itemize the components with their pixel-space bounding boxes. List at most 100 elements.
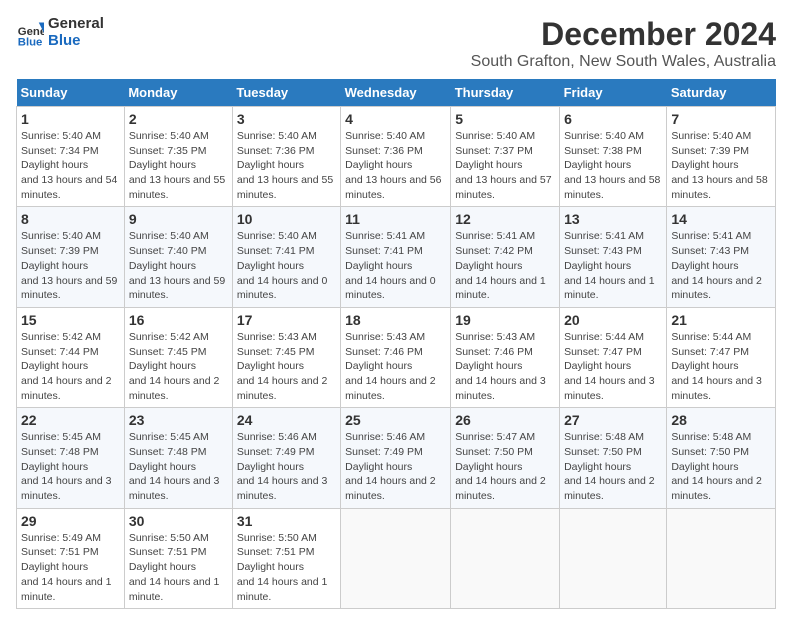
day-info: Sunrise: 5:43 AMSunset: 7:46 PMDaylight … bbox=[455, 330, 555, 403]
day-number: 14 bbox=[671, 211, 771, 227]
day-info: Sunrise: 5:47 AMSunset: 7:50 PMDaylight … bbox=[455, 430, 555, 503]
day-number: 1 bbox=[21, 111, 120, 127]
day-info: Sunrise: 5:40 AMSunset: 7:39 PMDaylight … bbox=[671, 129, 771, 202]
calendar-cell: 15 Sunrise: 5:42 AMSunset: 7:44 PMDayligh… bbox=[17, 307, 125, 407]
day-info: Sunrise: 5:40 AMSunset: 7:39 PMDaylight … bbox=[21, 229, 120, 302]
header-saturday: Saturday bbox=[667, 79, 776, 107]
calendar-cell: 23 Sunrise: 5:45 AMSunset: 7:48 PMDayligh… bbox=[124, 408, 232, 508]
calendar-week-row: 22 Sunrise: 5:45 AMSunset: 7:48 PMDayligh… bbox=[17, 408, 776, 508]
day-number: 12 bbox=[455, 211, 555, 227]
header-row: Sunday Monday Tuesday Wednesday Thursday… bbox=[17, 79, 776, 107]
day-number: 31 bbox=[237, 513, 336, 529]
day-info: Sunrise: 5:40 AMSunset: 7:35 PMDaylight … bbox=[129, 129, 228, 202]
day-info: Sunrise: 5:40 AMSunset: 7:41 PMDaylight … bbox=[237, 229, 336, 302]
day-number: 16 bbox=[129, 312, 228, 328]
day-number: 10 bbox=[237, 211, 336, 227]
calendar-cell: 28 Sunrise: 5:48 AMSunset: 7:50 PMDayligh… bbox=[667, 408, 776, 508]
day-number: 3 bbox=[237, 111, 336, 127]
day-info: Sunrise: 5:42 AMSunset: 7:44 PMDaylight … bbox=[21, 330, 120, 403]
day-info: Sunrise: 5:46 AMSunset: 7:49 PMDaylight … bbox=[345, 430, 446, 503]
day-info: Sunrise: 5:42 AMSunset: 7:45 PMDaylight … bbox=[129, 330, 228, 403]
day-info: Sunrise: 5:41 AMSunset: 7:42 PMDaylight … bbox=[455, 229, 555, 302]
calendar-cell: 18 Sunrise: 5:43 AMSunset: 7:46 PMDayligh… bbox=[341, 307, 451, 407]
calendar-cell: 29 Sunrise: 5:49 AMSunset: 7:51 PMDayligh… bbox=[17, 508, 125, 608]
calendar-cell: 25Sunrise: 5:46 AMSunset: 7:49 PMDayligh… bbox=[341, 408, 451, 508]
calendar-week-row: 1 Sunrise: 5:40 AMSunset: 7:34 PMDaylight… bbox=[17, 107, 776, 207]
calendar-cell: 21 Sunrise: 5:44 AMSunset: 7:47 PMDayligh… bbox=[667, 307, 776, 407]
day-info: Sunrise: 5:40 AMSunset: 7:34 PMDaylight … bbox=[21, 129, 120, 202]
day-number: 28 bbox=[671, 412, 771, 428]
calendar-week-row: 8 Sunrise: 5:40 AMSunset: 7:39 PMDaylight… bbox=[17, 207, 776, 307]
calendar-cell: 11Sunrise: 5:41 AMSunset: 7:41 PMDayligh… bbox=[341, 207, 451, 307]
calendar-cell: 9 Sunrise: 5:40 AMSunset: 7:40 PMDaylight… bbox=[124, 207, 232, 307]
calendar-cell: 1 Sunrise: 5:40 AMSunset: 7:34 PMDaylight… bbox=[17, 107, 125, 207]
calendar-cell: 31 Sunrise: 5:50 AMSunset: 7:51 PMDayligh… bbox=[232, 508, 340, 608]
day-info: Sunrise: 5:45 AMSunset: 7:48 PMDaylight … bbox=[21, 430, 120, 503]
day-number: 7 bbox=[671, 111, 771, 127]
day-number: 9 bbox=[129, 211, 228, 227]
day-number: 15 bbox=[21, 312, 120, 328]
calendar-table: Sunday Monday Tuesday Wednesday Thursday… bbox=[16, 79, 776, 609]
calendar-cell: 7 Sunrise: 5:40 AMSunset: 7:39 PMDaylight… bbox=[667, 107, 776, 207]
day-info: Sunrise: 5:43 AMSunset: 7:45 PMDaylight … bbox=[237, 330, 336, 403]
logo: General Blue General Blue bbox=[16, 16, 104, 49]
calendar-cell: 2Sunrise: 5:40 AMSunset: 7:35 PMDaylight… bbox=[124, 107, 232, 207]
subtitle: South Grafton, New South Wales, Australi… bbox=[471, 53, 776, 71]
day-number: 11 bbox=[345, 211, 446, 227]
header-friday: Friday bbox=[560, 79, 667, 107]
calendar-cell bbox=[341, 508, 451, 608]
day-info: Sunrise: 5:50 AMSunset: 7:51 PMDaylight … bbox=[129, 531, 228, 604]
day-info: Sunrise: 5:45 AMSunset: 7:48 PMDaylight … bbox=[129, 430, 228, 503]
calendar-week-row: 15 Sunrise: 5:42 AMSunset: 7:44 PMDayligh… bbox=[17, 307, 776, 407]
day-info: Sunrise: 5:46 AMSunset: 7:49 PMDaylight … bbox=[237, 430, 336, 503]
day-number: 8 bbox=[21, 211, 120, 227]
day-info: Sunrise: 5:40 AMSunset: 7:40 PMDaylight … bbox=[129, 229, 228, 302]
calendar-cell: 12 Sunrise: 5:41 AMSunset: 7:42 PMDayligh… bbox=[451, 207, 560, 307]
day-number: 13 bbox=[564, 211, 662, 227]
day-info: Sunrise: 5:41 AMSunset: 7:43 PMDaylight … bbox=[564, 229, 662, 302]
logo-blue: Blue bbox=[48, 33, 104, 50]
calendar-cell bbox=[451, 508, 560, 608]
main-title: December 2024 bbox=[471, 16, 776, 53]
calendar-cell: 4 Sunrise: 5:40 AMSunset: 7:36 PMDaylight… bbox=[341, 107, 451, 207]
calendar-cell: 24 Sunrise: 5:46 AMSunset: 7:49 PMDayligh… bbox=[232, 408, 340, 508]
header-monday: Monday bbox=[124, 79, 232, 107]
calendar-cell: 6Sunrise: 5:40 AMSunset: 7:38 PMDaylight… bbox=[560, 107, 667, 207]
day-number: 4 bbox=[345, 111, 446, 127]
day-number: 29 bbox=[21, 513, 120, 529]
calendar-cell: 22 Sunrise: 5:45 AMSunset: 7:48 PMDayligh… bbox=[17, 408, 125, 508]
day-info: Sunrise: 5:40 AMSunset: 7:36 PMDaylight … bbox=[345, 129, 446, 202]
day-number: 20 bbox=[564, 312, 662, 328]
day-info: Sunrise: 5:48 AMSunset: 7:50 PMDaylight … bbox=[564, 430, 662, 503]
calendar-cell: 30 Sunrise: 5:50 AMSunset: 7:51 PMDayligh… bbox=[124, 508, 232, 608]
day-number: 26 bbox=[455, 412, 555, 428]
day-number: 22 bbox=[21, 412, 120, 428]
day-number: 24 bbox=[237, 412, 336, 428]
calendar-cell: 19 Sunrise: 5:43 AMSunset: 7:46 PMDayligh… bbox=[451, 307, 560, 407]
day-info: Sunrise: 5:49 AMSunset: 7:51 PMDaylight … bbox=[21, 531, 120, 604]
day-number: 19 bbox=[455, 312, 555, 328]
header-thursday: Thursday bbox=[451, 79, 560, 107]
day-info: Sunrise: 5:48 AMSunset: 7:50 PMDaylight … bbox=[671, 430, 771, 503]
day-number: 18 bbox=[345, 312, 446, 328]
calendar-cell: 17 Sunrise: 5:43 AMSunset: 7:45 PMDayligh… bbox=[232, 307, 340, 407]
day-number: 21 bbox=[671, 312, 771, 328]
logo-icon: General Blue bbox=[16, 19, 44, 47]
day-number: 30 bbox=[129, 513, 228, 529]
calendar-cell: 5Sunrise: 5:40 AMSunset: 7:37 PMDaylight… bbox=[451, 107, 560, 207]
calendar-cell: 13 Sunrise: 5:41 AMSunset: 7:43 PMDayligh… bbox=[560, 207, 667, 307]
day-info: Sunrise: 5:50 AMSunset: 7:51 PMDaylight … bbox=[237, 531, 336, 604]
day-info: Sunrise: 5:40 AMSunset: 7:36 PMDaylight … bbox=[237, 129, 336, 202]
day-info: Sunrise: 5:44 AMSunset: 7:47 PMDaylight … bbox=[671, 330, 771, 403]
header-wednesday: Wednesday bbox=[341, 79, 451, 107]
day-number: 27 bbox=[564, 412, 662, 428]
header-sunday: Sunday bbox=[17, 79, 125, 107]
logo-general: General bbox=[48, 16, 104, 33]
day-info: Sunrise: 5:43 AMSunset: 7:46 PMDaylight … bbox=[345, 330, 446, 403]
day-number: 17 bbox=[237, 312, 336, 328]
calendar-week-row: 29 Sunrise: 5:49 AMSunset: 7:51 PMDayligh… bbox=[17, 508, 776, 608]
day-number: 23 bbox=[129, 412, 228, 428]
header-tuesday: Tuesday bbox=[232, 79, 340, 107]
calendar-cell: 27 Sunrise: 5:48 AMSunset: 7:50 PMDayligh… bbox=[560, 408, 667, 508]
calendar-cell: 10 Sunrise: 5:40 AMSunset: 7:41 PMDayligh… bbox=[232, 207, 340, 307]
